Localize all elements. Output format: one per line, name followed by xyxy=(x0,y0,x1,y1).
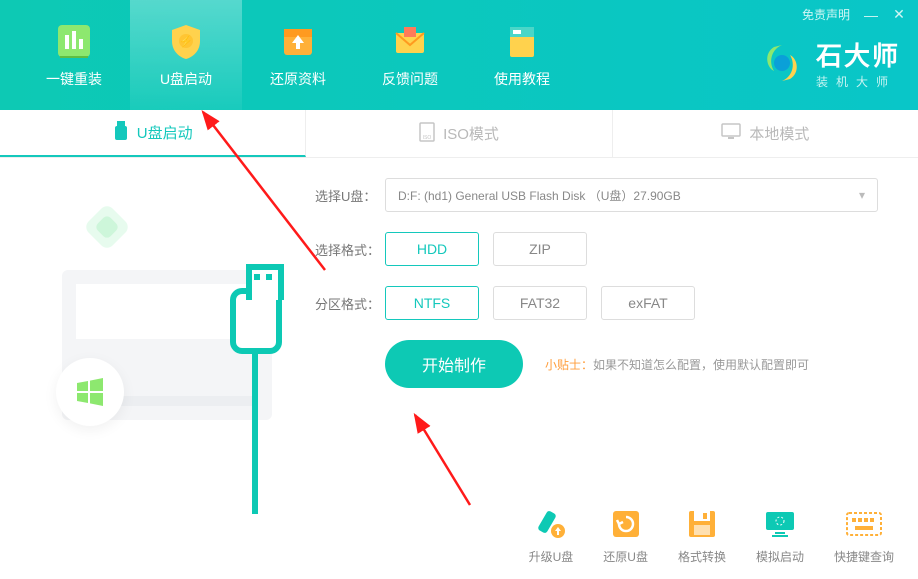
usb-drive-value: D:F: (hd1) General USB Flash Disk （U盘）27… xyxy=(398,187,681,204)
save-convert-icon xyxy=(683,506,721,542)
format-option-zip[interactable]: ZIP xyxy=(493,232,587,266)
nav-label: 反馈问题 xyxy=(382,69,438,89)
keyboard-icon xyxy=(845,506,883,542)
usb-icon xyxy=(113,121,129,145)
svg-text:ISO: ISO xyxy=(423,135,432,141)
tool-label: 升级U盘 xyxy=(529,548,574,565)
tool-simulate-boot[interactable]: 模拟启动 xyxy=(756,506,804,565)
nav-restore[interactable]: 还原资料 xyxy=(242,0,354,110)
nav-label: U盘启动 xyxy=(160,69,212,89)
monitor-icon xyxy=(721,123,741,145)
svg-text:⚡: ⚡ xyxy=(179,35,193,48)
chevron-down-icon: ▾ xyxy=(859,188,865,202)
nav-tutorial[interactable]: 使用教程 xyxy=(466,0,578,110)
usb-drive-select[interactable]: D:F: (hd1) General USB Flash Disk （U盘）27… xyxy=(385,178,878,212)
brand-subtitle: 装机大师 xyxy=(816,73,900,90)
subnav-label: U盘启动 xyxy=(137,122,193,143)
tool-upgrade-usb[interactable]: 升级U盘 xyxy=(529,506,574,565)
app-header: 免责声明 — ✕ 一键重装 ⚡ U盘启动 还原资料 反馈问题 xyxy=(0,0,918,110)
tool-label: 模拟启动 xyxy=(756,548,804,565)
illustration-panel xyxy=(0,158,315,579)
sub-nav: U盘启动 ISO ISO模式 本地模式 xyxy=(0,110,918,158)
tool-shortcut-lookup[interactable]: 快捷键查询 xyxy=(834,506,894,565)
bar-chart-icon xyxy=(54,21,94,61)
tip-text: 小贴士：如果不知道怎么配置，使用默认配置即可 xyxy=(545,356,809,373)
disclaimer-link[interactable]: 免责声明 xyxy=(802,6,850,23)
tool-restore-usb[interactable]: 还原U盘 xyxy=(603,506,648,565)
brand: 石大师 装机大师 xyxy=(758,36,900,90)
window-controls: 免责声明 — ✕ xyxy=(802,6,906,23)
partition-option-ntfs[interactable]: NTFS xyxy=(385,286,479,320)
envelope-icon xyxy=(390,21,430,61)
subnav-local-mode[interactable]: 本地模式 xyxy=(613,110,918,157)
nav-reinstall[interactable]: 一键重装 xyxy=(18,0,130,110)
usb-illustration-icon xyxy=(230,288,282,354)
bottom-toolbar: 升级U盘 还原U盘 格式转换 模拟启动 快捷键查询 xyxy=(529,506,894,565)
usb-upgrade-icon xyxy=(532,506,570,542)
partition-option-exfat[interactable]: exFAT xyxy=(601,286,695,320)
tool-label: 快捷键查询 xyxy=(834,548,894,565)
monitor-boot-icon xyxy=(761,506,799,542)
partition-option-fat32[interactable]: FAT32 xyxy=(493,286,587,320)
close-button[interactable]: ✕ xyxy=(892,6,906,23)
subnav-iso-mode[interactable]: ISO ISO模式 xyxy=(306,110,612,157)
subnav-usb-boot[interactable]: U盘启动 xyxy=(0,110,306,157)
main-nav: 一键重装 ⚡ U盘启动 还原资料 反馈问题 使用教程 xyxy=(0,0,578,110)
windows-badge-icon xyxy=(56,358,124,426)
nav-label: 使用教程 xyxy=(494,69,550,89)
tool-label: 还原U盘 xyxy=(603,548,648,565)
nav-usb-boot[interactable]: ⚡ U盘启动 xyxy=(130,0,242,110)
start-create-button[interactable]: 开始制作 xyxy=(385,340,523,388)
tool-format-convert[interactable]: 格式转换 xyxy=(678,506,726,565)
shield-usb-icon: ⚡ xyxy=(166,21,206,61)
nav-feedback[interactable]: 反馈问题 xyxy=(354,0,466,110)
subnav-label: 本地模式 xyxy=(749,123,809,144)
nav-label: 还原资料 xyxy=(270,69,326,89)
select-format-label: 选择格式： xyxy=(315,240,385,259)
upload-box-icon xyxy=(278,21,318,61)
usb-restore-icon xyxy=(607,506,645,542)
tip-label: 小贴士： xyxy=(545,358,593,372)
minimize-button[interactable]: — xyxy=(864,7,878,23)
brand-title: 石大师 xyxy=(816,36,900,73)
nav-label: 一键重装 xyxy=(46,69,102,89)
subnav-label: ISO模式 xyxy=(443,123,499,144)
format-option-hdd[interactable]: HDD xyxy=(385,232,479,266)
tool-label: 格式转换 xyxy=(678,548,726,565)
iso-file-icon: ISO xyxy=(419,122,435,146)
book-icon xyxy=(502,21,542,61)
brand-logo-icon xyxy=(758,39,806,87)
partition-format-label: 分区格式： xyxy=(315,294,385,313)
select-usb-label: 选择U盘： xyxy=(315,186,385,205)
